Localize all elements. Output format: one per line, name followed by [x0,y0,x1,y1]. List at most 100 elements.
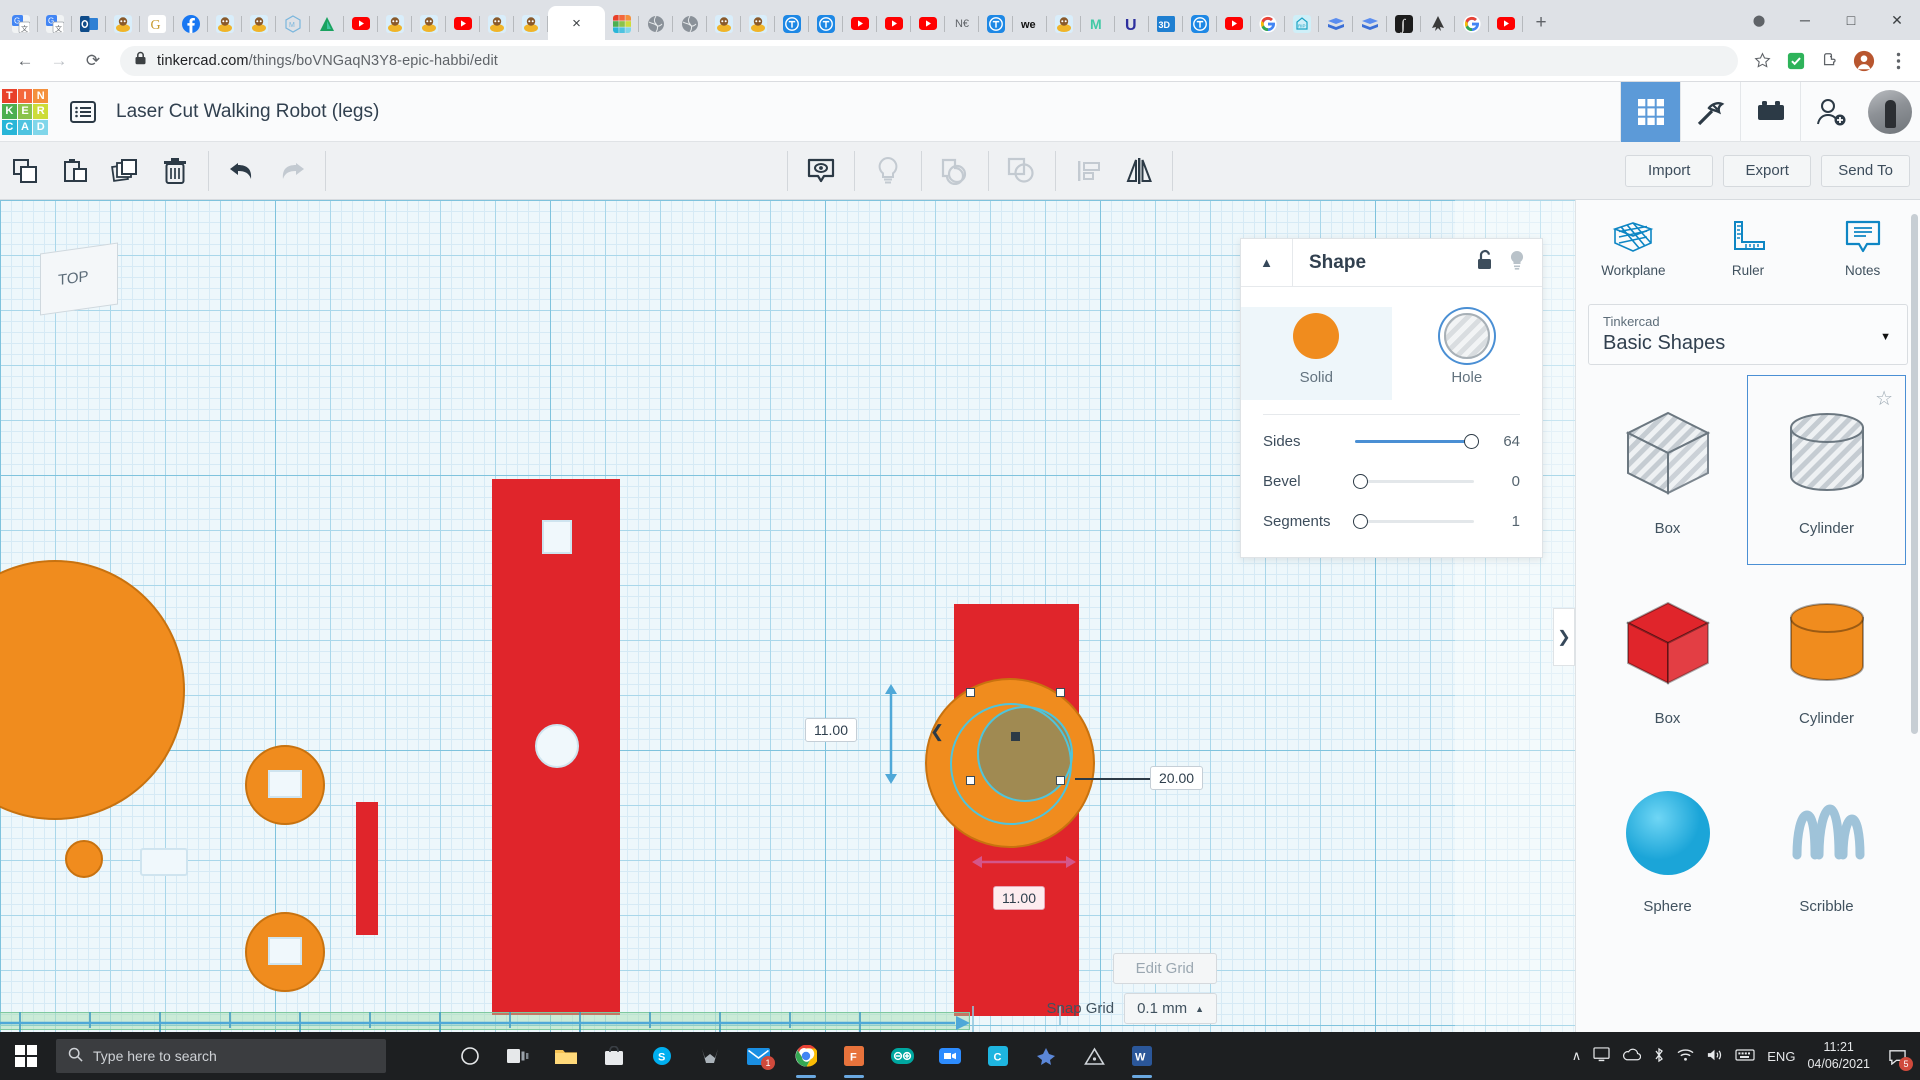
window-controls[interactable]: ⬤ ─ □ ✕ [1736,0,1920,40]
shape-square-hole-bottom[interactable] [268,937,302,965]
avatar[interactable] [1860,82,1920,142]
sides-value[interactable]: 64 [1484,433,1520,450]
workplane-tool[interactable]: Workplane [1576,200,1691,296]
mail-icon[interactable]: 1 [736,1032,780,1080]
sides-slider-track[interactable] [1355,433,1480,449]
word-icon[interactable]: W [1120,1032,1164,1080]
snap-grid-select[interactable]: 0.1 mm ▲ [1124,993,1217,1024]
history-group[interactable] [217,142,317,200]
view-cube[interactable]: TOP [40,242,118,316]
volume-icon[interactable] [1706,1048,1723,1065]
arduino-icon[interactable] [880,1032,924,1080]
browser-tab[interactable] [310,7,344,40]
file-explorer-icon[interactable] [544,1032,588,1080]
shape-sphere[interactable]: Sphere [1588,755,1747,945]
shape-mode-group[interactable]: Solid Hole [1241,307,1542,400]
segments-slider-row[interactable]: Segments 1 [1241,501,1542,541]
puzzle-icon[interactable] [1818,49,1842,73]
browser-tab[interactable] [242,7,276,40]
browser-tab[interactable] [378,7,412,40]
width-dimension-label[interactable]: 11.00 [993,886,1045,910]
duplicate-icon[interactable] [100,142,150,200]
shape-grid-scrollbar[interactable] [1911,214,1918,734]
browser-tab[interactable] [911,7,945,40]
panel-flyout-toggle[interactable]: ❯ [1553,608,1575,666]
browser-tab[interactable]: N€ [945,7,979,40]
browser-tab-strip[interactable]: G文 G文 G M × N€ we M U 3D RIP ∫ + ⬤ ─ □ ✕ [0,0,1920,40]
copy-icon[interactable] [0,142,50,200]
browser-tab[interactable] [707,7,741,40]
shape-square-hole-top[interactable] [268,770,302,798]
maximize-window-button[interactable]: □ [1828,4,1874,36]
browser-tab[interactable] [1217,7,1251,40]
paste-icon[interactable] [50,142,100,200]
start-button[interactable] [0,1032,52,1080]
browser-tab[interactable] [979,7,1013,40]
clock[interactable]: 11:21 04/06/2021 [1807,1039,1870,1073]
active-tab[interactable]: × [548,6,605,40]
browser-tab[interactable] [1183,7,1217,40]
browser-tab[interactable] [480,7,514,40]
notes-tool[interactable]: Notes [1805,200,1920,296]
browser-tab[interactable] [446,7,480,40]
shape-leg-round-hole[interactable] [535,724,579,768]
inventor-icon[interactable] [1072,1032,1116,1080]
edit-grid-button[interactable]: Edit Grid [1112,953,1217,984]
export-button[interactable]: Export [1723,154,1812,187]
browser-tab[interactable] [639,7,673,40]
offset-dimension-label[interactable]: 20.00 [1150,766,1204,790]
height-dimension-label[interactable]: 11.00 [805,718,857,742]
skype-icon[interactable]: S [640,1032,684,1080]
display-icon[interactable] [1593,1047,1610,1065]
minimize-window-button[interactable]: ─ [1782,4,1828,36]
notification-center-icon[interactable]: 5 [1882,1032,1913,1080]
browser-tab[interactable] [1455,7,1489,40]
bookmark-star-icon[interactable] [1750,49,1774,73]
keyboard-icon[interactable] [1735,1048,1755,1065]
mirror-icon[interactable] [1114,142,1164,200]
lego-brick-icon[interactable] [1740,81,1800,142]
add-person-icon[interactable] [1800,81,1860,142]
pickaxe-icon[interactable] [1680,81,1740,142]
taskbar-apps[interactable]: S 1 F C W [448,1032,1164,1080]
grid-controls[interactable]: Edit Grid Snap Grid 0.1 mm ▲ [1047,953,1217,1024]
browser-tab[interactable]: 3D [1149,7,1183,40]
browser-tab[interactable] [514,7,548,40]
search-input[interactable]: Type here to search [56,1039,386,1073]
hole-mode-button[interactable]: Hole [1392,307,1543,400]
shape-scribble[interactable]: Scribble [1747,755,1906,945]
browser-tab[interactable]: RIP [1285,7,1319,40]
shape-cylinder-hole[interactable]: ☆ Cylinder [1747,375,1906,565]
system-tray[interactable]: ∧ ENG 11:21 04/06/2021 5 [1572,1032,1920,1080]
ruler-tool[interactable]: Ruler [1691,200,1806,296]
lightbulb-icon[interactable] [1508,249,1526,276]
tray-expand-icon[interactable]: ∧ [1572,1048,1582,1064]
shape-inner-circle[interactable] [65,840,103,878]
chrome-icon[interactable] [784,1032,828,1080]
shape-cylinder-orange[interactable]: Cylinder [1747,565,1906,755]
browser-menu-icon[interactable] [1886,49,1910,73]
zoom-icon[interactable] [928,1032,972,1080]
header-icon-group[interactable] [1620,81,1920,142]
prusa-icon[interactable] [1024,1032,1068,1080]
shape-inspector-panel[interactable]: ▲ Shape Solid Hole Sides 64 Bevel 0 Segm… [1240,238,1543,558]
cura-icon[interactable]: C [976,1032,1020,1080]
fusion360-icon[interactable]: F [832,1032,876,1080]
new-tab-button[interactable]: + [1527,9,1555,37]
bevel-value[interactable]: 0 [1484,473,1520,490]
favorite-star-icon[interactable]: ☆ [1875,386,1893,411]
shape-leg-square-hole[interactable] [542,520,572,554]
browser-tab[interactable] [741,7,775,40]
browser-tab[interactable]: G文 [4,7,38,40]
bevel-slider-row[interactable]: Bevel 0 [1241,461,1542,501]
shape-library-select[interactable]: Tinkercad Basic Shapes ▼ [1588,304,1908,365]
grid-view-icon[interactable] [1620,81,1680,142]
undo-icon[interactable] [217,142,267,200]
cortana-icon[interactable] [448,1032,492,1080]
browser-tab[interactable] [605,7,639,40]
design-canvas[interactable]: TOP ⌂ ⛶ + − ▣ ❮ [0,200,1575,1032]
browser-tab[interactable] [1251,7,1285,40]
extension-check-icon[interactable] [1784,49,1808,73]
browser-tab[interactable] [877,7,911,40]
toolbar-buttons[interactable]: Import Export Send To [1625,154,1920,187]
